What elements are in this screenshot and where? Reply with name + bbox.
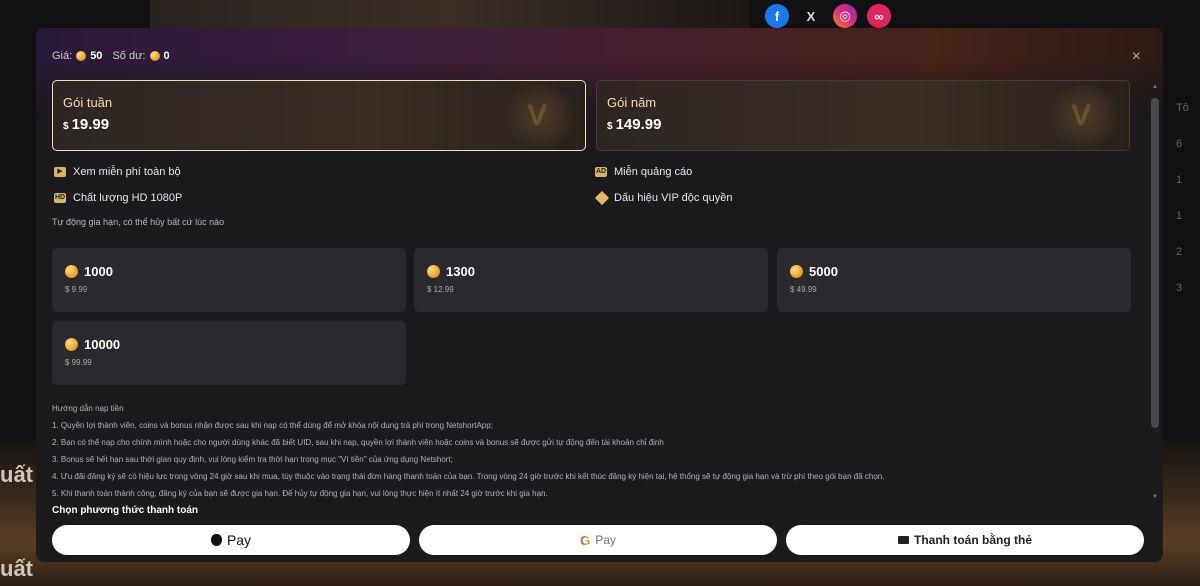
coin-price: $ 49.99 [790, 285, 817, 294]
apple-icon [210, 534, 222, 546]
currency-symbol: $ [63, 121, 69, 132]
hd-icon: HD [54, 193, 66, 203]
price-label: Giá: [52, 50, 73, 62]
benefit-label: Miễn quảng cáo [614, 166, 693, 178]
vip-watermark-icon: V [505, 85, 575, 147]
coin-icon [427, 265, 440, 278]
coin-icon [149, 51, 160, 61]
price-balance-row: Giá: 50 Số dư: 0 [52, 50, 176, 62]
bg-right-text: 3 [1176, 282, 1183, 294]
benefit-label: Dấu hiệu VIP độc quyền [614, 192, 733, 204]
plan-price-value: 149.99 [615, 116, 662, 133]
guide-line: 5. Khi thanh toán thành công, đăng ký củ… [52, 489, 548, 498]
topup-guide: Hướng dẫn nạp tiền 1. Quyền lợi thành vi… [52, 400, 1132, 502]
coin-amount-value: 1000 [84, 264, 113, 279]
coin-icon [76, 51, 87, 61]
apple-pay-button[interactable]: Pay [52, 525, 410, 555]
google-g-icon: G [580, 532, 591, 548]
plan-price: $149.99 [607, 116, 1119, 133]
coin-package-card[interactable]: 10000 $ 99.99 [52, 321, 406, 385]
coin-amount: 5000 [790, 264, 1118, 279]
plan-options: V Gói tuần $19.99 V Gói năm $149.99 [52, 80, 1130, 151]
coin-amount-value: 5000 [809, 264, 838, 279]
benefit-label: Xem miễn phí toàn bộ [73, 166, 181, 178]
benefit-label: Chất lượng HD 1080P [73, 192, 183, 204]
scroll-thumb[interactable] [1151, 98, 1159, 428]
benefit-item: HD Chất lượng HD 1080P [54, 192, 182, 204]
coin-package-card[interactable]: 5000 $ 49.99 [777, 248, 1131, 312]
coin-amount: 1000 [65, 264, 393, 279]
link-icon[interactable]: ∞ [867, 4, 891, 28]
background-side-text: uất [0, 556, 33, 581]
guide-line: 4. Ưu đãi đăng ký sẽ có hiệu lực trong v… [52, 472, 885, 481]
play-icon: ▶ [54, 167, 66, 177]
coin-amount: 1300 [427, 264, 755, 279]
close-icon[interactable]: × [1132, 48, 1141, 66]
background-right-column: Tô 6 1 1 2 3 [1176, 90, 1200, 306]
background-hero-banner [150, 0, 750, 30]
coin-icon [65, 338, 78, 351]
bg-right-text: 1 [1176, 210, 1183, 222]
coin-amount: 10000 [65, 337, 393, 352]
guide-line: 3. Bonus sẽ hết hạn sau thời gian quy đị… [52, 455, 453, 464]
coin-icon [65, 265, 78, 278]
bg-right-text: 1 [1176, 174, 1183, 186]
coin-package-card[interactable]: 1000 $ 9.99 [52, 248, 406, 312]
plan-price: $19.99 [63, 116, 575, 133]
currency-symbol: $ [607, 121, 613, 132]
apple-pay-label: Pay [226, 532, 252, 548]
coin-icon [790, 265, 803, 278]
bg-right-text: Tô [1176, 102, 1189, 114]
coin-price: $ 99.99 [65, 358, 92, 367]
bg-right-text: 6 [1176, 138, 1183, 150]
coin-amount-value: 1300 [446, 264, 475, 279]
plan-name: Gói năm [607, 95, 657, 110]
benefit-item: AD Miễn quảng cáo [595, 166, 692, 178]
bg-right-text: 2 [1176, 246, 1183, 258]
vip-watermark-icon: V [1049, 85, 1119, 147]
scroll-down-arrow-icon[interactable]: ▼ [1151, 494, 1159, 500]
purchase-modal: Giá: 50 Số dư: 0 × V Gói tuần $19.99 V G… [36, 28, 1163, 562]
balance-value: 0 [163, 50, 170, 62]
x-icon[interactable]: X [799, 4, 823, 28]
facebook-icon[interactable]: f [765, 4, 789, 28]
balance-label: Số dư: [112, 50, 146, 62]
guide-title: Hướng dẫn nạp tiền [52, 404, 124, 413]
plan-price-value: 19.99 [71, 116, 110, 133]
scroll-up-arrow-icon[interactable]: ▲ [1151, 84, 1159, 90]
coin-price: $ 12.99 [427, 285, 454, 294]
payment-methods: Pay G Pay Thanh toán bằng thẻ [52, 525, 1144, 555]
plan-card-yearly[interactable]: V Gói năm $149.99 [596, 80, 1130, 151]
instagram-icon[interactable]: ◎ [833, 4, 857, 28]
auto-renew-note: Tự động gia hạn, có thể hủy bất cứ lúc n… [52, 217, 225, 227]
guide-line: 2. Bạn có thể nạp cho chính mình hoặc ch… [52, 438, 664, 447]
card-payment-label: Thanh toán bằng thẻ [914, 533, 1032, 547]
social-links: f X ◎ ∞ [765, 4, 891, 28]
vip-diamond-icon [594, 190, 610, 206]
benefit-item: ▶ Xem miễn phí toàn bộ [54, 166, 181, 178]
credit-card-icon [898, 536, 909, 544]
price-value: 50 [90, 50, 103, 62]
guide-line: 1. Quyền lợi thành viên, coins và bonus … [52, 421, 493, 430]
google-pay-button[interactable]: G Pay [419, 525, 777, 555]
coin-package-card[interactable]: 1300 $ 12.99 [414, 248, 768, 312]
background-side-text: uất [0, 462, 33, 487]
benefit-item: Dấu hiệu VIP độc quyền [594, 190, 733, 206]
coin-amount-value: 10000 [84, 337, 121, 352]
scrollbar[interactable]: ▲ ▼ [1151, 84, 1159, 500]
payment-method-label: Chọn phương thức thanh toán [52, 505, 199, 516]
coin-price: $ 9.99 [65, 285, 88, 294]
plan-card-weekly[interactable]: V Gói tuần $19.99 [52, 80, 586, 151]
ad-free-icon: AD [595, 167, 607, 177]
plan-name: Gói tuần [63, 95, 113, 110]
google-pay-label: Pay [595, 533, 616, 547]
card-payment-button[interactable]: Thanh toán bằng thẻ [786, 525, 1144, 555]
